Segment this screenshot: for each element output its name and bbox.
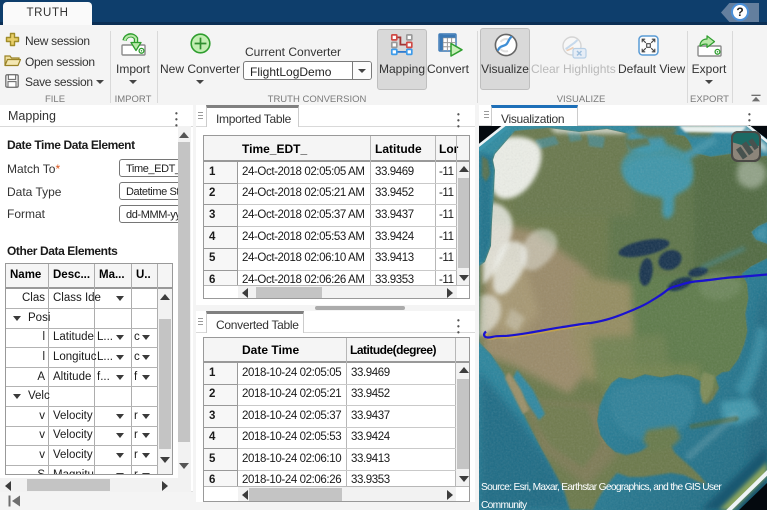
svg-text:Source: Esri, Maxar, Earthstar: Source: Esri, Maxar, Earthstar Geographi…: [481, 482, 722, 493]
svg-text:Community: Community: [481, 500, 528, 510]
